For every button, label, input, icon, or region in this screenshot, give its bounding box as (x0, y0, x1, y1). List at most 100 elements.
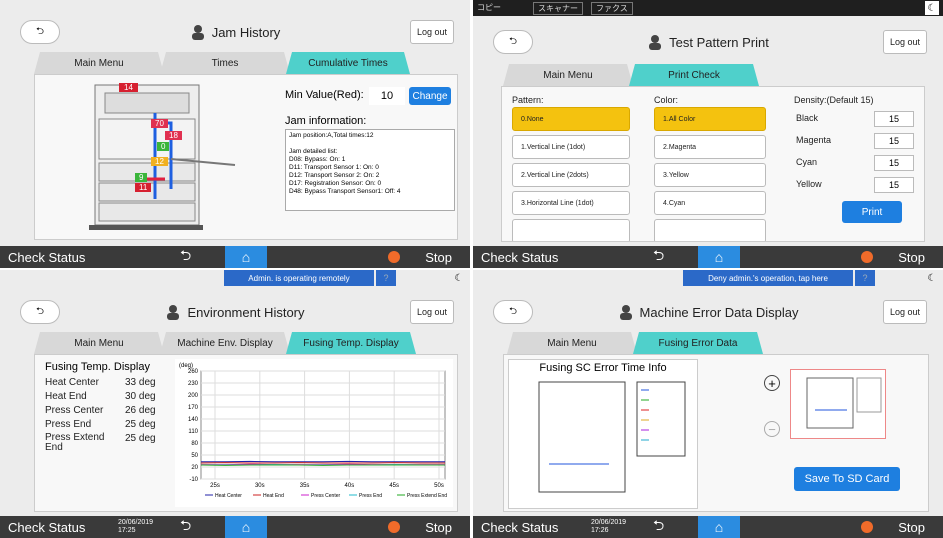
pattern-option[interactable]: 3.Horizontal Line (1dot) (512, 191, 630, 215)
color-option[interactable]: 1.All Color (654, 107, 766, 131)
chart-title: Fusing SC Error Time Info (539, 362, 667, 374)
tab-times[interactable]: Times (160, 52, 290, 74)
min-value-field[interactable]: 10 (369, 87, 405, 105)
logout-button[interactable]: Log out (410, 20, 454, 44)
jam-badge: 0 (157, 142, 170, 151)
return-icon[interactable]: ⮌ (180, 245, 191, 268)
return-icon[interactable]: ⮌ (180, 515, 191, 538)
moon-icon[interactable]: ☾ (925, 271, 939, 285)
check-status-button[interactable]: Check Status (8, 520, 85, 535)
deny-banner[interactable]: Deny admin.'s operation, tap here (683, 270, 853, 286)
color-option[interactable]: 2.Magenta (654, 135, 766, 159)
stop-button[interactable]: Stop (898, 250, 925, 265)
save-to-sd-button[interactable]: Save To SD Card (794, 467, 900, 491)
logout-button[interactable]: Log out (883, 300, 927, 324)
moon-icon[interactable]: ☾ (925, 1, 939, 15)
color-option[interactable]: 4.Cyan (654, 191, 766, 215)
tab-main-menu[interactable]: Main Menu (507, 332, 637, 354)
tab-fusing-error[interactable]: Fusing Error Data (633, 332, 763, 354)
y-tick-label: 230 (188, 381, 199, 387)
density-name: Black (796, 113, 819, 123)
stop-button[interactable]: Stop (898, 520, 925, 535)
error-chart-card: Fusing SC Error Time Info (508, 359, 698, 509)
fusing-temp-chart: (deg)260230200170140110805020-1025s 30s 35… (175, 359, 453, 507)
legend-label: Heat End (263, 493, 284, 499)
technician-icon (190, 24, 206, 40)
chart-thumbnail[interactable] (790, 369, 886, 439)
jam-info-line: D11: Transport Sensor 1: On: 0 (289, 164, 379, 171)
density-name: Magenta (796, 135, 832, 145)
pattern-option[interactable]: 2.Vertical Line (2dots) (512, 163, 630, 187)
check-status-button[interactable]: Check Status (481, 250, 558, 265)
jam-info-line (289, 140, 451, 148)
y-tick-label: 110 (188, 429, 198, 435)
tab-cumulative-times[interactable]: Cumulative Times (286, 52, 410, 74)
stop-button[interactable]: Stop (425, 520, 452, 535)
legend-label: Press Extend End (407, 493, 447, 499)
jam-info-box[interactable]: Jam position:A,Total times:12 Jam detail… (285, 129, 455, 211)
jam-badge: 12 (151, 157, 168, 166)
min-value-label: Min Value(Red): (285, 89, 364, 101)
tab-print-check[interactable]: Print Check (629, 64, 759, 86)
home-button[interactable]: ⌂ (698, 516, 740, 538)
print-check-content: Pattern: Color: Density:(Default 15) 0.N… (501, 86, 925, 242)
page-title: Machine Error Data Display (639, 304, 799, 320)
density-value[interactable]: 15 (874, 133, 914, 149)
zoom-in-icon[interactable]: + (764, 375, 780, 391)
help-icon[interactable]: ? (855, 270, 875, 286)
tab-main-menu[interactable]: Main Menu (503, 64, 633, 86)
return-icon[interactable]: ⮌ (653, 515, 664, 538)
color-option-more[interactable] (654, 219, 766, 241)
density-value[interactable]: 15 (874, 155, 914, 171)
moon-icon[interactable]: ☾ (452, 271, 466, 285)
date-time: 20/06/2019 17:26 (591, 519, 626, 535)
test-pattern-panel: コピー スキャナー ファクス ☾ ⮌ Test Pattern Print Lo… (473, 0, 943, 268)
tab-main-menu[interactable]: Main Menu (34, 52, 164, 74)
date-time: 20/06/2019 17:25 (118, 519, 153, 535)
change-button[interactable]: Change (409, 87, 451, 105)
zoom-out-icon[interactable]: − (764, 421, 780, 437)
home-icon: ⌂ (241, 249, 251, 265)
density-name: Yellow (796, 179, 822, 189)
logout-button[interactable]: Log out (410, 300, 454, 324)
stop-icon (388, 251, 400, 263)
pattern-option[interactable]: 1.Vertical Line (1dot) (512, 135, 630, 159)
density-value[interactable]: 15 (874, 111, 914, 127)
temp-value: 26 deg (125, 405, 156, 416)
y-tick-label: 170 (188, 405, 199, 411)
home-button[interactable]: ⌂ (225, 246, 267, 268)
jam-info-line: D48: Bypass Transport Sensor1: Off: 4 (289, 188, 401, 195)
status-strip: Deny admin.'s operation, tap here ? ☾ (473, 270, 943, 286)
home-button[interactable]: ⌂ (225, 516, 267, 538)
fusing-temp-content: Fusing Temp. Display Heat Center 33 deg … (34, 354, 458, 512)
temp-label: Press Extend End (45, 432, 105, 453)
mode-tab[interactable]: スキャナー (533, 2, 583, 15)
check-status-button[interactable]: Check Status (8, 250, 85, 265)
mode-tab[interactable]: コピー (477, 2, 501, 13)
tab-main-menu[interactable]: Main Menu (34, 332, 164, 354)
tab-machine-env[interactable]: Machine Env. Display (160, 332, 290, 354)
print-button[interactable]: Print (842, 201, 902, 223)
pattern-label: Pattern: (512, 95, 544, 105)
stop-button[interactable]: Stop (425, 250, 452, 265)
header: ⮌ Machine Error Data Display Log out (473, 290, 943, 334)
jam-info-line: D17: Registration Sensor: On: 0 (289, 180, 382, 187)
density-value[interactable]: 15 (874, 177, 914, 193)
logout-button[interactable]: Log out (883, 30, 927, 54)
color-option[interactable]: 3.Yellow (654, 163, 766, 187)
remote-banner[interactable]: Admin. is operating remotely (224, 270, 374, 286)
x-tick-label: 30s (255, 483, 265, 489)
temp-value: 33 deg (125, 377, 156, 388)
return-icon[interactable]: ⮌ (653, 245, 664, 268)
tab-fusing-temp[interactable]: Fusing Temp. Display (286, 332, 416, 354)
x-tick-label: 40s (345, 483, 355, 489)
home-button[interactable]: ⌂ (698, 246, 740, 268)
pattern-option-more[interactable] (512, 219, 630, 241)
help-icon[interactable]: ? (376, 270, 396, 286)
pattern-option[interactable]: 0.None (512, 107, 630, 131)
y-tick-label: 140 (188, 417, 199, 423)
check-status-button[interactable]: Check Status (481, 520, 558, 535)
error-chart (538, 381, 686, 493)
density-name: Cyan (796, 157, 818, 167)
mode-tab[interactable]: ファクス (591, 2, 633, 15)
